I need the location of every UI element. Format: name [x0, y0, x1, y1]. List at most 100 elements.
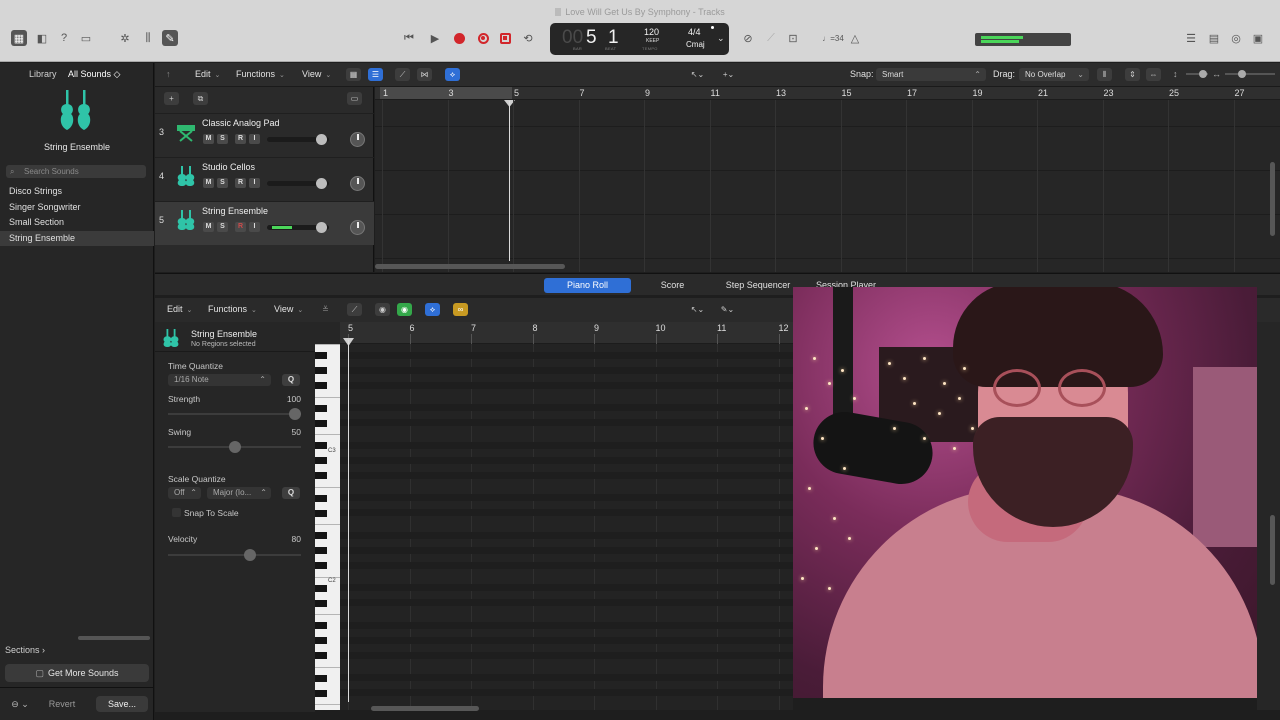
black-key[interactable] [315, 509, 327, 517]
scale-quantize-button[interactable]: Q [282, 487, 300, 499]
black-key[interactable] [315, 562, 327, 569]
bar-ruler[interactable] [375, 87, 1280, 100]
volume-fader[interactable] [267, 178, 329, 189]
smart-controls-icon[interactable]: ✲ [117, 30, 133, 46]
horizontal-size-icon[interactable]: ↔ [1212, 69, 1221, 79]
flex-icon[interactable]: ⋈ [417, 68, 432, 81]
piano-vertical-scrollbar[interactable] [1270, 515, 1275, 585]
cycle-icon[interactable]: ⟲ [519, 29, 537, 47]
revert-button[interactable]: Revert [40, 696, 84, 712]
tracks-functions-menu[interactable]: Functions ⌄ [236, 69, 285, 79]
strength-slider[interactable] [168, 408, 301, 420]
solo-button[interactable]: S [217, 222, 228, 232]
tab-piano-roll[interactable]: Piano Roll [544, 278, 631, 293]
input-monitor-button[interactable]: I [249, 134, 260, 144]
black-key[interactable] [315, 652, 327, 659]
back-arrow-icon[interactable]: ↑ [166, 69, 171, 79]
automation-icon[interactable]: ⟋ [395, 68, 410, 81]
play-icon[interactable]: ▶ [426, 29, 444, 47]
list-view-icon[interactable]: ☰ [368, 68, 383, 81]
ruler-bar-7[interactable]: 7 [580, 88, 585, 98]
tracks-horizontal-scrollbar[interactable] [375, 264, 565, 269]
library-item-disco-strings[interactable]: Disco Strings [0, 184, 154, 200]
track-name[interactable]: String Ensemble [202, 206, 268, 216]
ruler-bar-19[interactable]: 19 [973, 88, 983, 98]
swing-slider[interactable] [168, 441, 301, 453]
piano-keyboard[interactable]: C3 C2 [315, 344, 340, 710]
track-row-selected[interactable]: 5 String Ensemble M S R I [155, 201, 374, 245]
black-key[interactable] [315, 419, 327, 427]
input-monitor-button[interactable]: I [249, 178, 260, 188]
piano-ruler-bar-7[interactable]: 7 [471, 323, 476, 333]
piano-ruler-bar-12[interactable]: 12 [779, 323, 789, 333]
ruler-bar-27[interactable]: 27 [1235, 88, 1245, 98]
black-key[interactable] [315, 674, 327, 682]
snap-dropdown[interactable]: Smart ⌃ [876, 68, 986, 81]
mute-button[interactable]: M [203, 178, 214, 188]
quick-help-icon[interactable]: ? [56, 30, 72, 46]
stop-record-icon[interactable] [496, 29, 514, 47]
tab-step-sequencer[interactable]: Step Sequencer [718, 278, 798, 293]
piano-ruler-bar-8[interactable]: 8 [533, 323, 538, 333]
editors-icon[interactable]: ✎ [162, 30, 178, 46]
catch-icon[interactable]: ⟡ [445, 68, 460, 81]
piano-ruler-bar-5[interactable]: 5 [348, 323, 353, 333]
horizontal-zoom-slider[interactable] [1225, 70, 1275, 78]
ruler-bar-1[interactable]: 1 [383, 88, 388, 98]
black-key[interactable] [315, 442, 327, 449]
ruler-bar-25[interactable]: 25 [1169, 88, 1179, 98]
piano-ruler-bar-11[interactable]: 11 [717, 323, 726, 333]
browser-icon[interactable]: ▣ [1250, 30, 1266, 46]
volume-fader[interactable] [267, 222, 329, 233]
ruler-bar-9[interactable]: 9 [645, 88, 650, 98]
black-key[interactable] [315, 689, 327, 697]
vertical-zoom-icon[interactable]: ⇕ [1125, 68, 1140, 81]
ruler-bar-23[interactable]: 23 [1104, 88, 1114, 98]
track-row[interactable]: 3 Classic Analog Pad M S R I [155, 113, 374, 157]
inspector-icon[interactable]: ◧ [34, 30, 50, 46]
link-icon[interactable]: ∞ [453, 303, 468, 316]
grid-view-icon[interactable]: ▦ [346, 68, 361, 81]
record-enable-button[interactable]: R [235, 178, 246, 188]
ruler-bar-21[interactable]: 21 [1038, 88, 1048, 98]
scale-root-dropdown[interactable]: Off ⌃ [168, 487, 201, 499]
pan-knob[interactable] [350, 132, 365, 147]
track-row[interactable]: 4 Studio Cellos M S R I [155, 157, 374, 201]
key-signature[interactable]: Cmaj [686, 40, 705, 49]
waveform-zoom-icon[interactable]: ⫴ [1097, 68, 1112, 81]
ruler-bar-3[interactable]: 3 [449, 88, 454, 98]
library-scrollbar[interactable] [78, 636, 150, 640]
time-quantize-dropdown[interactable]: 1/16 Note ⌃ [168, 374, 271, 386]
piano-roll-ruler[interactable]: 5 6 7 8 9 10 11 12 [340, 322, 793, 344]
black-key[interactable] [315, 494, 327, 502]
metronome-icon[interactable]: △ [847, 30, 863, 46]
lcd-display[interactable]: 00 5 1 BAR BEAT 120 KEEP TEMPO 4/4 Cmaj … [550, 23, 729, 55]
library-filter[interactable]: All Sounds ◇ [68, 69, 120, 80]
editor-functions-menu[interactable]: Functions ⌄ [208, 304, 257, 314]
add-tool-icon[interactable]: +⌄ [721, 68, 736, 81]
count-in-label[interactable]: ♩=34 [822, 30, 844, 46]
piano-horizontal-scrollbar[interactable] [371, 706, 479, 711]
black-key[interactable] [315, 472, 327, 479]
ruler-bar-13[interactable]: 13 [776, 88, 786, 98]
pencil-tool-icon[interactable]: ✎⌄ [720, 303, 735, 316]
note-pad-icon[interactable]: ▤ [1206, 30, 1222, 46]
ruler-bar-17[interactable]: 17 [907, 88, 917, 98]
time-signature[interactable]: 4/4 [688, 27, 701, 37]
pan-knob[interactable] [350, 176, 365, 191]
record-enable-button[interactable]: R [235, 222, 246, 232]
editor-edit-menu[interactable]: Edit ⌄ [167, 304, 192, 314]
solo-button[interactable]: S [217, 178, 228, 188]
global-tracks-icon[interactable]: ▭ [347, 92, 362, 105]
record-enable-button[interactable]: R [235, 134, 246, 144]
tuner-icon[interactable]: ⊘ [740, 30, 756, 46]
library-options-icon[interactable]: ⊖ ⌄ [7, 696, 33, 712]
ruler-bar-11[interactable]: 11 [711, 88, 720, 98]
pointer-tool-icon[interactable]: ↖⌄ [690, 68, 705, 81]
library-item-singer-songwriter[interactable]: Singer Songwriter [0, 200, 154, 216]
black-key[interactable] [315, 599, 327, 607]
vertical-zoom-slider[interactable] [1186, 70, 1208, 78]
mixer-icon[interactable]: ⫼ [140, 30, 156, 46]
piano-ruler-bar-10[interactable]: 10 [656, 323, 666, 333]
black-key[interactable] [315, 547, 327, 554]
